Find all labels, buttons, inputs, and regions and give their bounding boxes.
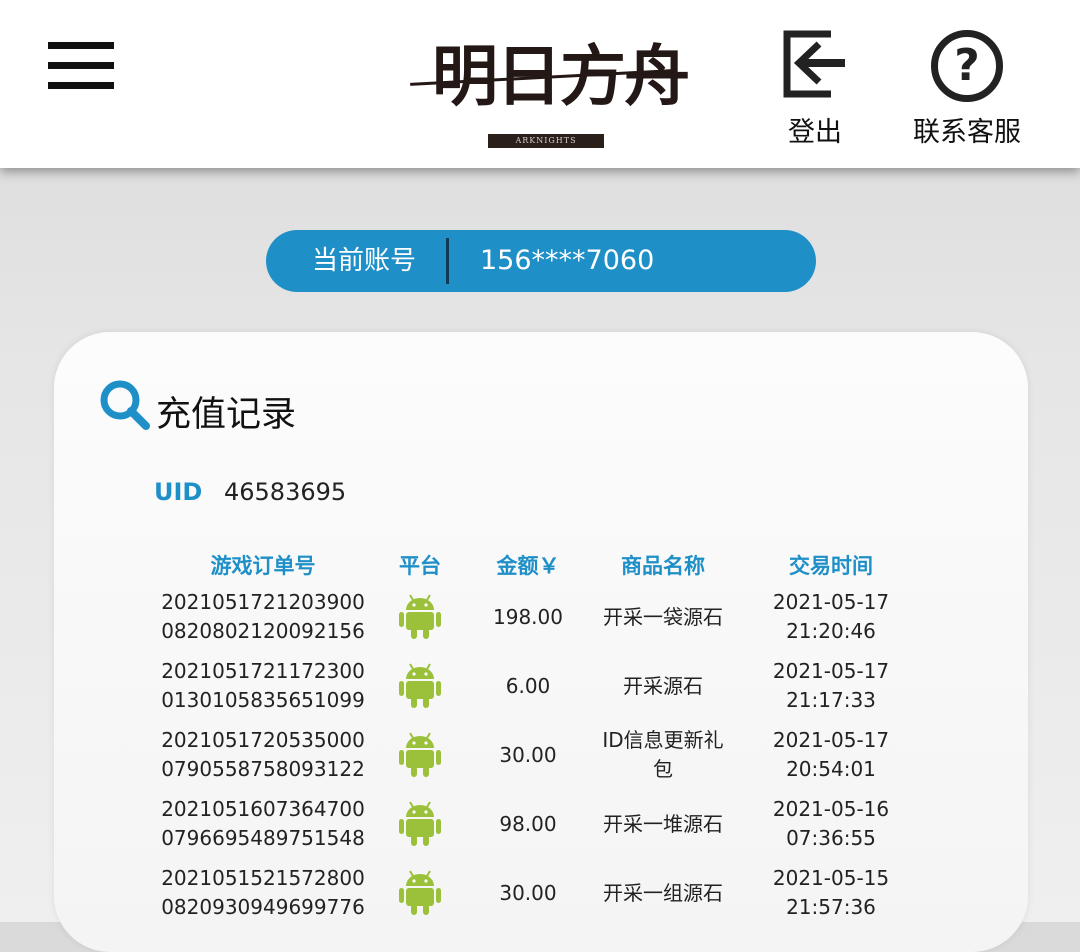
card-title: 充值记录 — [156, 395, 297, 435]
android-icon — [396, 868, 444, 916]
header-product: 商品名称 — [621, 554, 705, 578]
table-row: 20210516073647000796695489751548 98.00 开采一… — [54, 795, 1028, 864]
order-id-cell: 20210517212039000820802120092156 — [161, 590, 365, 643]
product-name-cell: 开采一堆源石 — [603, 812, 723, 836]
product-name-cell: 开采源石 — [623, 674, 703, 698]
transaction-time-cell: 2021-05-15 21:57:36 — [772, 866, 890, 919]
support-label: 联系客服 — [913, 117, 1021, 148]
customer-support-button[interactable]: ? 联系客服 — [906, 30, 1028, 149]
account-label: 当前账号 — [312, 246, 417, 276]
android-icon — [396, 799, 444, 847]
header-time: 交易时间 — [789, 554, 873, 578]
table-row: 20210517211723000130105835651099 6.00 开采源石… — [54, 657, 1028, 726]
account-divider — [446, 238, 449, 284]
transaction-time-cell: 2021-05-16 07:36:55 — [772, 797, 890, 850]
menu-bar-icon — [48, 62, 114, 69]
table-row: 20210515215728000820930949699776 30.00 开采一… — [54, 864, 1028, 933]
help-icon: ? — [931, 30, 1003, 102]
amount-cell: 98.00 — [499, 812, 557, 836]
arknights-logo[interactable]: 明日方舟 ARKNIGHTS — [410, 24, 690, 152]
account-value: 156****7060 — [480, 245, 655, 276]
recharge-record-card: 充值记录 UID 46583695 游戏订单号 平台 金额￥ 商品名称 交易时间… — [54, 332, 1028, 952]
menu-bar-icon — [48, 42, 114, 49]
order-id-cell: 20210517205350000790558758093122 — [161, 728, 365, 781]
product-name-cell: 开采一组源石 — [603, 881, 723, 905]
logout-label: 登出 — [788, 117, 842, 148]
logout-button[interactable]: 登出 — [772, 30, 858, 149]
logout-icon — [783, 30, 845, 98]
search-icon — [100, 380, 150, 430]
transaction-time-cell: 2021-05-17 21:17:33 — [772, 659, 890, 712]
amount-cell: 198.00 — [493, 605, 563, 629]
logo-subtitle: ARKNIGHTS — [488, 134, 604, 148]
amount-cell: 30.00 — [499, 743, 557, 767]
current-account-badge: 当前账号 156****7060 — [266, 230, 816, 292]
header-amount: 金额￥ — [496, 554, 560, 578]
product-name-cell: ID信息更新礼包 — [602, 728, 724, 781]
header-order-id: 游戏订单号 — [210, 554, 316, 578]
uid-row: UID 46583695 — [154, 478, 346, 506]
android-icon — [396, 661, 444, 709]
transaction-time-cell: 2021-05-17 21:20:46 — [772, 590, 890, 643]
uid-value: 46583695 — [223, 478, 347, 506]
table-row: 20210517205350000790558758093122 30.00 ID信… — [54, 726, 1028, 795]
header-platform: 平台 — [399, 554, 441, 578]
order-id-cell: 20210515215728000820930949699776 — [161, 866, 365, 919]
menu-bar-icon — [48, 82, 114, 89]
product-name-cell: 开采一袋源石 — [603, 605, 723, 629]
order-id-cell: 20210517211723000130105835651099 — [161, 659, 365, 712]
transaction-time-cell: 2021-05-17 20:54:01 — [772, 728, 890, 781]
order-id-cell: 20210516073647000796695489751548 — [161, 797, 365, 850]
table-row: 20210517212039000820802120092156 198.00 开采… — [54, 588, 1028, 657]
amount-cell: 6.00 — [505, 674, 551, 698]
hamburger-menu-button[interactable] — [48, 42, 114, 90]
logo-title: 明日方舟 — [432, 37, 690, 115]
top-header: 明日方舟 ARKNIGHTS 登出 ? 联系客服 — [0, 0, 1080, 168]
android-icon — [396, 592, 444, 640]
amount-cell: 30.00 — [499, 881, 557, 905]
android-icon — [396, 730, 444, 778]
uid-label: UID — [154, 478, 203, 506]
